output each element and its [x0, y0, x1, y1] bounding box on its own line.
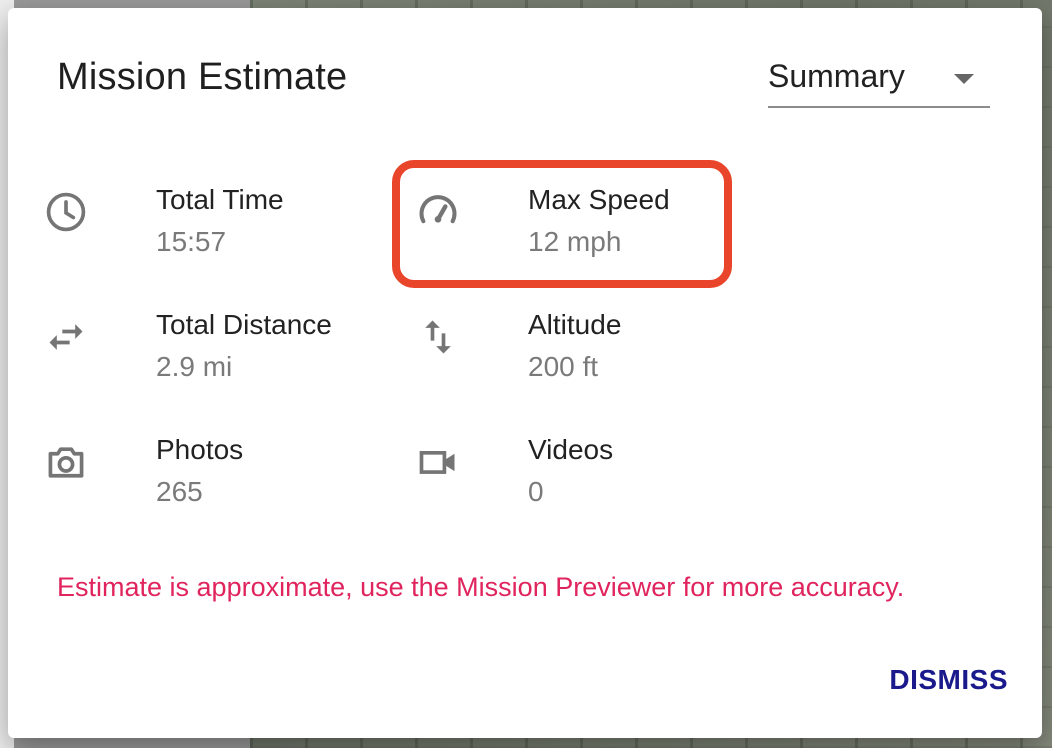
stat-value: 12 mph — [528, 226, 622, 257]
stat-label: Total Time — [156, 184, 284, 215]
view-select[interactable]: Summary — [768, 56, 990, 108]
stat-photos: Photos 265 — [44, 434, 364, 524]
swap-vertical-icon — [416, 315, 460, 359]
stat-label: Videos — [528, 434, 614, 465]
accuracy-note: Estimate is approximate, use the Mission… — [57, 572, 905, 602]
stat-total-time: Total Time 15:57 — [44, 184, 364, 274]
caret-down-icon — [954, 74, 974, 84]
stat-total-distance: Total Distance 2.9 mi — [44, 309, 364, 399]
stat-value: 0 — [528, 476, 544, 507]
video-camera-icon — [416, 440, 460, 484]
mission-estimate-dialog: Mission Estimate Summary Total Time 15:5… — [8, 8, 1042, 738]
camera-icon — [44, 440, 88, 484]
stat-value: 265 — [156, 476, 203, 507]
stat-label: Altitude — [528, 309, 622, 340]
stat-label: Total Distance — [156, 309, 332, 340]
stat-label: Max Speed — [528, 184, 670, 215]
dismiss-button[interactable]: DISMISS — [889, 664, 1008, 696]
stat-value: 15:57 — [156, 226, 227, 257]
stat-label: Photos — [156, 434, 244, 465]
speedometer-icon — [416, 190, 460, 234]
stat-value: 200 ft — [528, 351, 599, 382]
stat-altitude: Altitude 200 ft — [416, 309, 736, 399]
stat-max-speed: Max Speed 12 mph — [416, 184, 736, 274]
view-select-value: Summary — [768, 58, 905, 94]
dialog-title: Mission Estimate — [57, 56, 348, 98]
swap-horizontal-icon — [44, 315, 88, 359]
stat-value: 2.9 mi — [156, 351, 233, 382]
stat-videos: Videos 0 — [416, 434, 736, 524]
clock-icon — [44, 190, 88, 234]
